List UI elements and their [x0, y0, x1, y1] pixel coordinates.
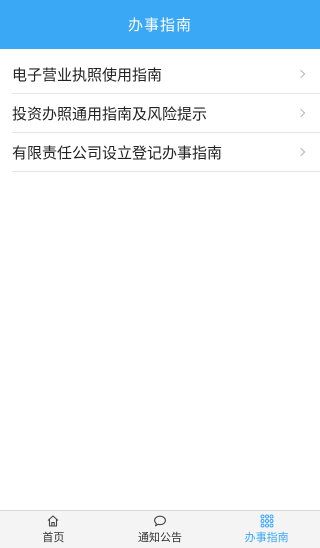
- chevron-right-icon: [296, 69, 306, 79]
- tab-label: 通知公告: [138, 531, 182, 544]
- page-title: 办事指南: [127, 16, 192, 34]
- header-bar: 办事指南: [0, 0, 320, 49]
- tab-notices[interactable]: 通知公告: [107, 511, 214, 548]
- list-item-label: 电子营业执照使用指南: [12, 65, 163, 84]
- tab-home[interactable]: 首页: [0, 511, 107, 548]
- chevron-right-icon: [296, 108, 306, 118]
- tab-guide[interactable]: 办事指南: [213, 511, 320, 548]
- tab-label: 首页: [42, 531, 65, 544]
- home-icon: [47, 515, 59, 527]
- list-item-label: 有限责任公司设立登记办事指南: [12, 143, 223, 162]
- list-item-label: 投资办照通用指南及风险提示: [12, 104, 208, 123]
- chevron-right-icon: [296, 147, 306, 157]
- speech-bubble-icon: [154, 515, 166, 527]
- bottom-tab-bar: 首页 通知公告 办事指南: [0, 510, 320, 548]
- app-root: 办事指南 电子营业执照使用指南 投资办照通用指南及风险提示 有限责任公司设立登记…: [0, 0, 320, 548]
- list-item-llc-registration-guide[interactable]: 有限责任公司设立登记办事指南: [12, 133, 320, 172]
- guide-list: 电子营业执照使用指南 投资办照通用指南及风险提示 有限责任公司设立登记办事指南: [0, 55, 320, 172]
- grid-dots-icon: [260, 514, 274, 528]
- tab-label: 办事指南: [244, 531, 289, 544]
- list-item-e-license-guide[interactable]: 电子营业执照使用指南: [12, 55, 320, 94]
- list-item-investment-guide[interactable]: 投资办照通用指南及风险提示: [12, 94, 320, 133]
